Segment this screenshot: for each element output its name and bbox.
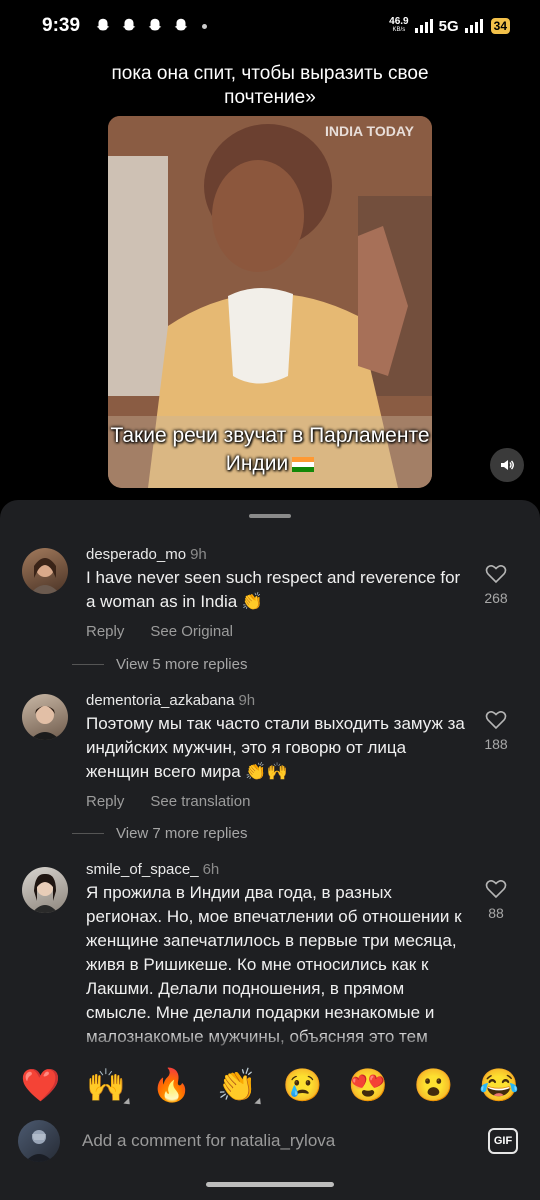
- comment-username[interactable]: desperado_mo: [86, 546, 186, 563]
- snapchat-icon: [174, 18, 188, 31]
- avatar[interactable]: [22, 867, 68, 913]
- status-time: 9:39: [42, 15, 81, 36]
- sheet-drag-handle[interactable]: [249, 514, 291, 518]
- reply-button[interactable]: Reply: [86, 793, 124, 810]
- video-frame[interactable]: INDIA TODAY Такие речи звучат в Парламен…: [108, 116, 432, 488]
- emoji-quick-bar: ❤️ 🙌 🔥 👏 😢 😍 😮 😂: [0, 1054, 540, 1116]
- divider-line: [72, 664, 104, 665]
- like-button[interactable]: 188: [476, 710, 516, 752]
- divider-line: [72, 833, 104, 834]
- heart-icon: [485, 565, 507, 584]
- network-type: 5G: [438, 17, 459, 35]
- view-more-replies[interactable]: View 7 more replies: [72, 825, 247, 842]
- signal-icon: [414, 19, 433, 33]
- comment-header: dementoria_azkabana 9h: [86, 692, 466, 709]
- video-bottom-caption: Такие речи звучат в Парламенте Индии: [110, 424, 430, 475]
- heart-icon: [485, 711, 507, 730]
- view-more-replies[interactable]: View 5 more replies: [72, 656, 247, 673]
- gif-button[interactable]: GIF: [488, 1128, 518, 1154]
- current-user-avatar: [18, 1120, 60, 1162]
- video-player[interactable]: пока она спит, чтобы выразить свое почте…: [108, 58, 432, 488]
- comment-body: desperado_mo 9h I have never seen such re…: [86, 546, 466, 640]
- status-bar: 9:39 46.9 KB/s 5G 34: [0, 0, 540, 52]
- comment-actions: Reply See Original: [86, 623, 466, 640]
- comment-input[interactable]: Add a comment for natalia_rylova: [82, 1131, 488, 1151]
- status-indicators: 46.9 KB/s 5G 34: [389, 17, 510, 35]
- notification-icons: [94, 17, 208, 35]
- like-count: 88: [488, 905, 504, 921]
- snapchat-icon: [96, 18, 110, 31]
- comment-text: I have never seen such respect and rever…: [86, 568, 461, 611]
- scroll-fade: [0, 1030, 540, 1054]
- crying-emoji-button[interactable]: 😢: [283, 1067, 323, 1103]
- avatar[interactable]: [22, 548, 68, 594]
- like-count: 188: [484, 736, 508, 752]
- comment-body: smile_of_space_ 6h Я прожила в Индии два …: [86, 861, 466, 1049]
- clap-emoji-button[interactable]: 👏: [217, 1067, 264, 1108]
- avatar[interactable]: [22, 694, 68, 740]
- comment-username[interactable]: dementoria_azkabana: [86, 692, 234, 709]
- video-watermark: INDIA TODAY: [325, 123, 414, 139]
- comment-header: smile_of_space_ 6h: [86, 861, 466, 878]
- volume-button[interactable]: [490, 448, 524, 482]
- comment-time: 6h: [202, 861, 220, 878]
- comment-time: 9h: [238, 692, 256, 709]
- comment-text: Поэтому мы так часто стали выходить заму…: [86, 714, 465, 781]
- like-button[interactable]: 268: [476, 564, 516, 606]
- more-notifications-dot: [202, 23, 208, 29]
- laughing-emoji-button[interactable]: 😂: [479, 1067, 519, 1103]
- home-gesture-pill[interactable]: [206, 1182, 334, 1187]
- heart-emoji-button[interactable]: ❤️: [21, 1067, 61, 1103]
- like-count: 268: [484, 590, 508, 606]
- comment-actions: Reply See translation: [86, 793, 466, 810]
- like-button[interactable]: 88: [476, 879, 516, 921]
- comment-time: 9h: [190, 546, 207, 563]
- speaker-icon: [501, 460, 514, 470]
- data-speed: 46.9 KB/s: [389, 16, 409, 34]
- system-nav-bar: [0, 1166, 540, 1200]
- raised-hands-emoji-button[interactable]: 🙌: [86, 1067, 133, 1108]
- battery-icon: 34: [490, 18, 510, 34]
- snapchat-icon: [122, 18, 136, 31]
- heart-icon: [485, 880, 507, 899]
- india-flag-icon: [292, 456, 315, 472]
- see-translation-button[interactable]: See translation: [150, 793, 250, 810]
- comment-body: dementoria_azkabana 9h Поэтому мы так час…: [86, 692, 466, 810]
- signal-icon: [464, 19, 483, 33]
- comment-item: smile_of_space_ 6h Я прожила в Индии два …: [0, 861, 540, 1051]
- surprised-emoji-button[interactable]: 😮: [414, 1067, 454, 1103]
- heart-eyes-emoji-button[interactable]: 😍: [348, 1067, 388, 1103]
- fire-emoji-button[interactable]: 🔥: [152, 1067, 192, 1103]
- see-original-button[interactable]: See Original: [150, 623, 233, 640]
- comment-username[interactable]: smile_of_space_: [86, 861, 199, 878]
- comment-header: desperado_mo 9h: [86, 546, 466, 563]
- comment-input-bar: Add a comment for natalia_rylova GIF: [0, 1116, 540, 1166]
- snapchat-icon: [148, 18, 162, 31]
- comment-text: Я прожила в Индии два года, в разных рег…: [86, 883, 462, 1046]
- reply-button[interactable]: Reply: [86, 623, 124, 640]
- video-top-caption: пока она спит, чтобы выразить свое почте…: [111, 63, 429, 108]
